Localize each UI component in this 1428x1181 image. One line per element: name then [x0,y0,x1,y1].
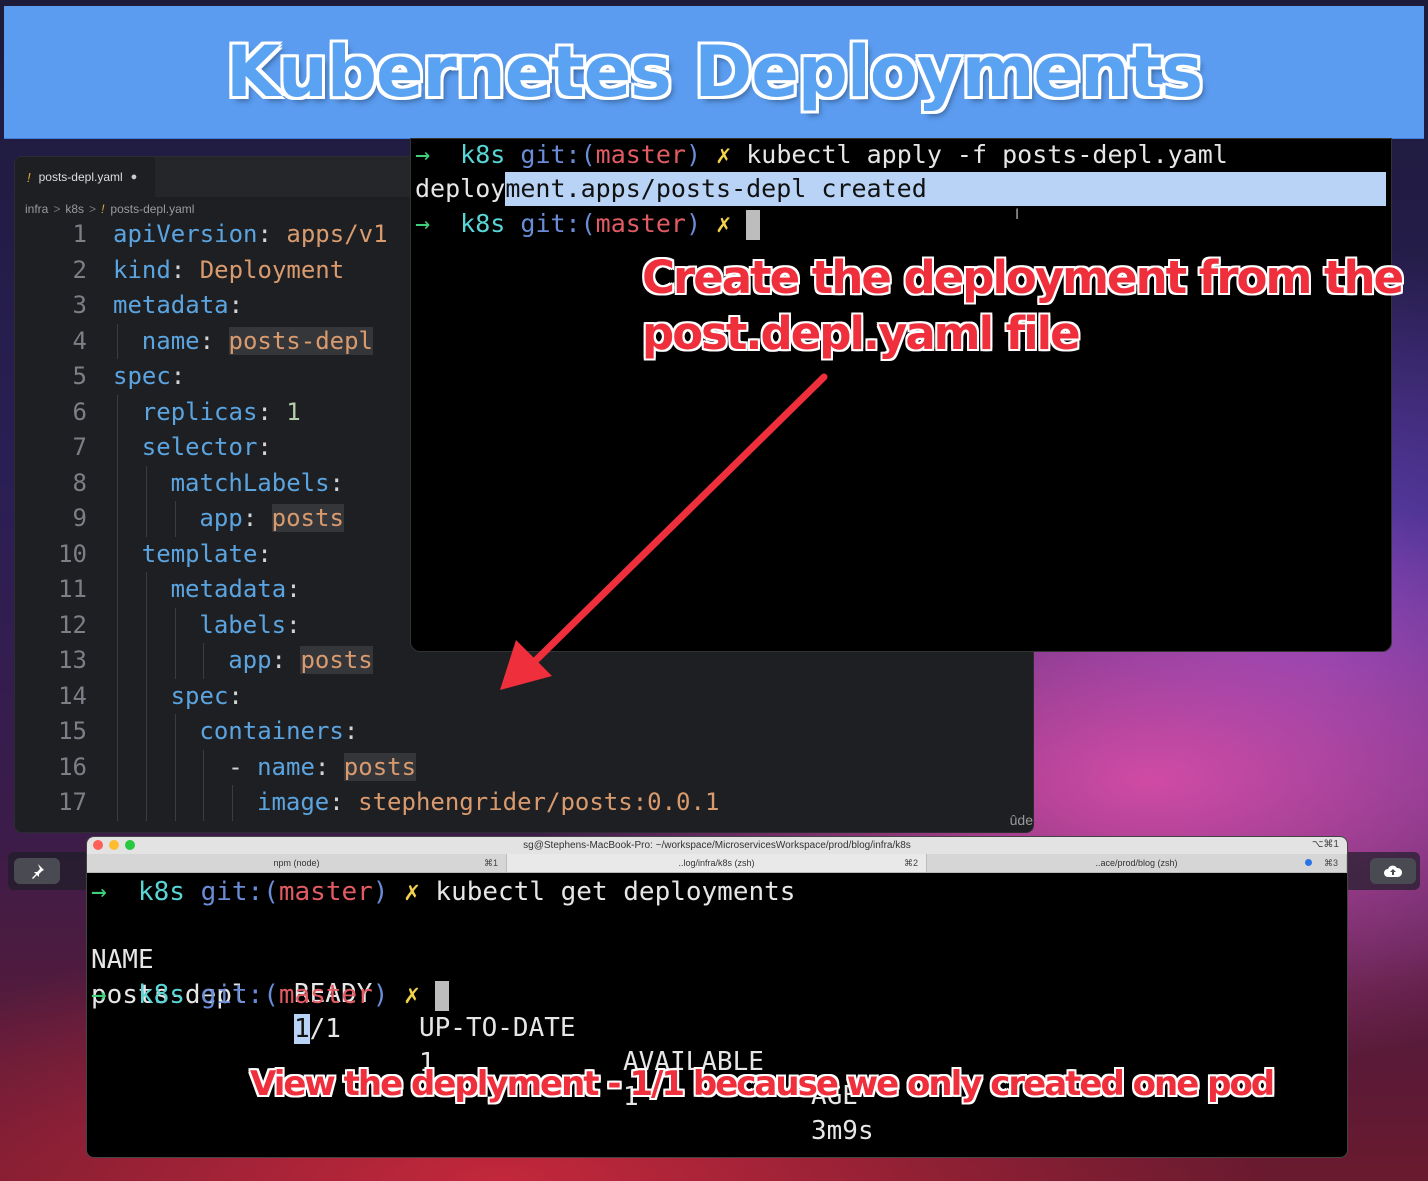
window-titlebar: sg@Stephens-MacBook-Pro: ~/workspace/Mic… [87,837,1347,854]
minimize-icon[interactable] [109,840,119,850]
table-header-row: NAME READY UP-TO-DATE AVAILABLE AGE [91,909,1341,1111]
cell-ready: 1/1 [294,1012,341,1046]
tab-shortcut: ⌘1 [483,857,498,868]
terminal-tabs: npm (node) ⌘1 ..log/infra/k8s (zsh) ⌘2 ..a… [87,854,1347,873]
prompt-git-close: ) [372,980,389,1010]
pin-button[interactable] [14,858,60,884]
close-icon[interactable] [93,840,103,850]
cloud-upload-icon [1384,865,1403,877]
prompt-git-close: ) [372,877,389,907]
prompt-branch: master [278,877,373,907]
terminal-tab-npm[interactable]: npm (node) ⌘1 [87,854,507,872]
terminal-line: → k8s git:(master) ✗ kubectl get deploym… [91,875,795,909]
prompt-git: git:( [200,877,279,907]
tab-label: ..ace/prod/blog (zsh) [1095,858,1178,868]
prompt-git: git:( [200,980,279,1010]
annotation-view: View the deplyment - 1/1 because we only… [250,1064,1275,1104]
tab-shortcut: ⌘2 [903,857,918,868]
terminal-get-window[interactable]: sg@Stephens-MacBook-Pro: ~/workspace/Mic… [86,836,1348,1158]
tab-label: ..log/infra/k8s (zsh) [678,858,755,868]
prompt-dir: k8s [137,980,185,1010]
terminal-line: → k8s git:(master) ✗ [91,978,450,1012]
window-title: sg@Stephens-MacBook-Pro: ~/workspace/Mic… [523,840,911,851]
prompt-branch: master [278,980,373,1010]
table-row: posts-depl 1/1 1 1 3m9s [91,944,1341,1146]
prompt-arrow-icon: → [91,877,107,907]
dirty-x-icon: ✗ [404,980,420,1010]
traffic-lights [93,840,135,850]
tab-shortcut: ⌘3 [1323,857,1338,868]
terminal-tab-k8s[interactable]: ..log/infra/k8s (zsh) ⌘2 [507,854,927,872]
maximize-icon[interactable] [125,840,135,850]
prompt-arrow-icon: → [91,980,107,1010]
cell-age: 3m9s [811,1116,874,1146]
pin-icon [32,864,44,879]
window-shortcut: ⌥⌘1 [1311,839,1339,850]
cloud-upload-button[interactable] [1370,858,1416,884]
terminal-cursor [435,980,450,1011]
tab-label: npm (node) [273,858,320,868]
activity-dot-icon [1305,859,1312,866]
cell-ready-selected: 1 [294,1014,310,1044]
column-header: UP-TO-DATE [419,1013,576,1043]
cell-ready-rest: /1 [309,1014,341,1044]
dirty-x-icon: ✗ [404,877,420,907]
prompt-dir: k8s [137,877,185,907]
terminal-command: kubectl get deployments [435,877,796,907]
terminal-tab-blog[interactable]: ..ace/prod/blog (zsh) ⌘3 [927,854,1347,872]
